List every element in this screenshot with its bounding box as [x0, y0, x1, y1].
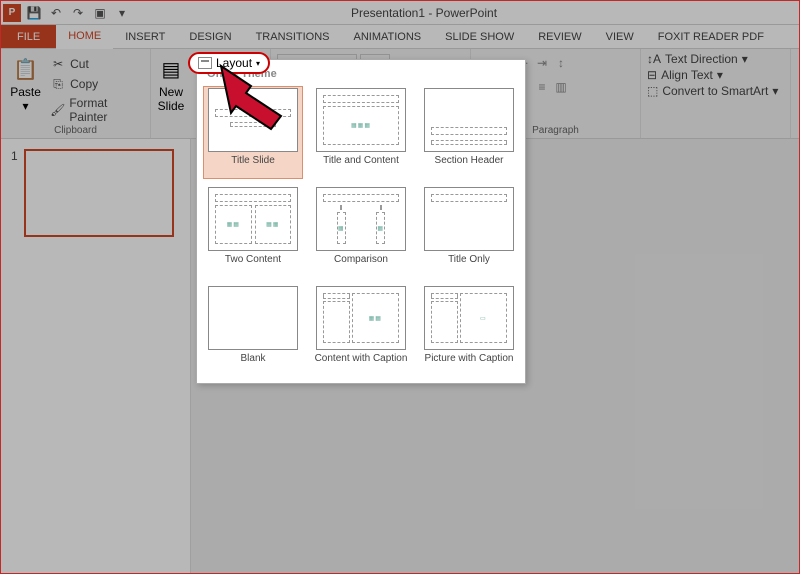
tab-view[interactable]: VIEW [594, 25, 646, 48]
save-icon[interactable]: 💾 [25, 4, 43, 22]
copy-button[interactable]: ⎘Copy [48, 75, 144, 93]
layout-content-with-caption[interactable]: ▦▦ Content with Caption [311, 284, 411, 377]
copy-icon: ⎘ [50, 76, 66, 92]
align-text-icon: ⊟ [647, 68, 657, 82]
columns-icon[interactable]: ▥ [553, 78, 569, 96]
thumbnail-row[interactable]: 1 [11, 149, 180, 237]
chevron-down-icon: ▾ [717, 68, 723, 82]
tab-insert[interactable]: INSERT [113, 25, 177, 48]
layout-label: Content with Caption [315, 353, 408, 375]
app-icon: P [3, 4, 21, 22]
window-title: Presentation1 - PowerPoint [131, 6, 797, 20]
start-from-beginning-icon[interactable]: ▣ [91, 4, 109, 22]
layout-label: Title Slide [231, 155, 275, 177]
layout-title-and-content[interactable]: ▦▦▦ Title and Content [311, 86, 411, 179]
layout-icon [198, 57, 212, 69]
redo-icon[interactable]: ↷ [69, 4, 87, 22]
group-label-clipboard: Clipboard [1, 125, 150, 136]
tab-review[interactable]: REVIEW [526, 25, 593, 48]
new-slide-button[interactable]: ▤ New Slide [157, 51, 185, 113]
chevron-down-icon: ▾ [256, 59, 260, 68]
layout-button[interactable]: Layout ▾ [189, 53, 269, 73]
layout-label: Title and Content [323, 155, 399, 177]
tab-file[interactable]: FILE [1, 25, 56, 48]
tab-foxit[interactable]: FOXIT READER PDF [646, 25, 776, 48]
format-painter-button[interactable]: 🖌Format Painter [48, 95, 144, 125]
thumbnail-number: 1 [11, 149, 18, 237]
tab-slideshow[interactable]: SLIDE SHOW [433, 25, 526, 48]
paste-icon: 📋 [12, 55, 40, 83]
text-direction-icon: ↕A [647, 52, 661, 66]
format-painter-icon: 🖌 [50, 102, 65, 118]
align-text-button[interactable]: ⊟Align Text▾ [647, 67, 784, 83]
tab-home[interactable]: HOME [56, 25, 113, 49]
paste-button[interactable]: 📋 Paste ▾ [7, 51, 44, 136]
layout-gallery: Office Theme Title Slide ▦▦▦ Title and C… [196, 59, 526, 384]
layout-title-only[interactable]: Title Only [419, 185, 519, 278]
layout-label: Comparison [334, 254, 388, 276]
tab-transitions[interactable]: TRANSITIONS [244, 25, 342, 48]
layout-two-content[interactable]: ▦▦▦▦ Two Content [203, 185, 303, 278]
ribbon-tabs: FILE HOME INSERT DESIGN TRANSITIONS ANIM… [1, 25, 799, 49]
layout-label: Blank [240, 353, 265, 375]
layout-label: Two Content [225, 254, 281, 276]
layout-picture-with-caption[interactable]: ▭ Picture with Caption [419, 284, 519, 377]
text-direction-button[interactable]: ↕AText Direction▾ [647, 51, 784, 67]
layout-label: Picture with Caption [425, 353, 514, 375]
increase-indent-icon[interactable]: ⇥ [534, 54, 550, 72]
layout-label: Section Header [435, 155, 504, 177]
justify-icon[interactable]: ≡ [534, 78, 550, 96]
new-slide-icon: ▤ [157, 55, 185, 83]
layout-section-header[interactable]: Section Header [419, 86, 519, 179]
cut-button[interactable]: ✂Cut [48, 55, 144, 73]
title-bar: P 💾 ↶ ↷ ▣ ▾ Presentation1 - PowerPoint [1, 1, 799, 25]
chevron-down-icon: ▾ [742, 52, 748, 66]
layout-label: Title Only [448, 254, 490, 276]
cut-icon: ✂ [50, 56, 66, 72]
qat-dropdown-icon[interactable]: ▾ [113, 4, 131, 22]
paste-label: Paste [10, 85, 41, 99]
group-paragraph-extra: ↕AText Direction▾ ⊟Align Text▾ ⬚Convert … [641, 49, 791, 138]
tab-animations[interactable]: ANIMATIONS [342, 25, 434, 48]
tab-design[interactable]: DESIGN [177, 25, 243, 48]
thumbnail-slide-1[interactable] [24, 149, 174, 237]
layout-label: Layout [216, 56, 252, 70]
quick-access-toolbar: 💾 ↶ ↷ ▣ ▾ [25, 4, 131, 22]
convert-smartart-button[interactable]: ⬚Convert to SmartArt▾ [647, 83, 784, 99]
group-clipboard: 📋 Paste ▾ ✂Cut ⎘Copy 🖌Format Painter Cli… [1, 49, 151, 138]
new-slide-label: New Slide [158, 85, 185, 113]
layout-comparison[interactable]: ▦▦ Comparison [311, 185, 411, 278]
layout-blank[interactable]: Blank [203, 284, 303, 377]
slide-thumbnails-pane: 1 [1, 139, 191, 573]
line-spacing-icon[interactable]: ↕ [553, 54, 569, 72]
chevron-down-icon: ▾ [772, 84, 778, 98]
smartart-icon: ⬚ [647, 84, 658, 98]
layout-title-slide[interactable]: Title Slide [203, 86, 303, 179]
chevron-down-icon: ▾ [23, 99, 29, 113]
undo-icon[interactable]: ↶ [47, 4, 65, 22]
